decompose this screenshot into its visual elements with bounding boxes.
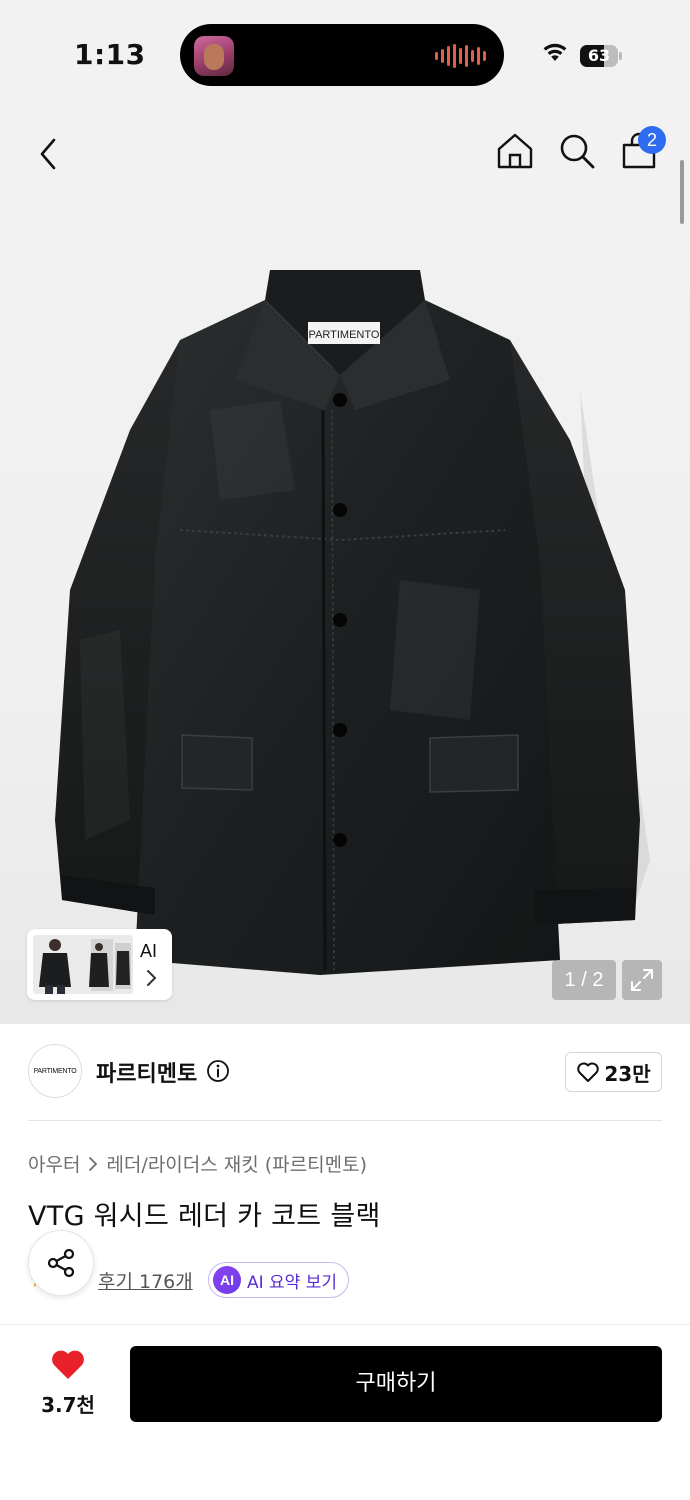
cart-count-badge: 2 [638,126,666,154]
ai-badge: AI [213,1266,241,1294]
audio-waveform-icon [435,44,486,68]
expand-icon [631,969,653,991]
breadcrumb: 아우터 레더/라이더스 재킷 (파르티멘토) [28,1150,367,1177]
home-icon [497,133,533,169]
product-title: VTG 워시드 레더 카 코트 블랙 [28,1201,381,1232]
now-playing-avatar [194,36,234,76]
wishlist-button[interactable]: 3.7천 [28,1347,108,1417]
ai-summary-button[interactable]: AI AI 요약 보기 [208,1262,349,1298]
ai-styling-thumbnail[interactable]: AI [27,929,172,1000]
expand-image-button[interactable] [622,960,662,1000]
ai-thumbnail-label: AI [140,941,158,961]
product-gallery[interactable]: 2 PARTIMENTO AI 1 / 2 [0,110,690,1024]
heart-outline-icon [577,1062,600,1082]
brand-like-count: 23만 [604,1061,651,1086]
styling-thumbnail-image [33,935,133,994]
dynamic-island [180,24,504,86]
buy-button[interactable]: 구매하기 [130,1346,662,1422]
battery-level: 63 [587,46,611,65]
divider [28,1120,662,1121]
wishlist-count: 3.7천 [41,1393,95,1417]
share-button[interactable] [28,1230,94,1296]
garment-label-text: PARTIMENTO [309,329,380,341]
heart-filled-icon [52,1350,84,1379]
home-button[interactable] [492,128,538,174]
search-icon [560,134,595,169]
brand-name[interactable]: 파르티멘토 [96,1056,197,1088]
brand-logo[interactable]: PARTIMENTO [28,1044,82,1098]
back-button[interactable] [26,132,70,176]
share-icon [47,1248,75,1278]
breadcrumb-item-category[interactable]: 아우터 [28,1150,80,1177]
breadcrumb-item-subcategory[interactable]: 레더/라이더스 재킷 (파르티멘토) [106,1150,367,1177]
purchase-bar: 3.7천 구매하기 [0,1324,690,1500]
status-bar: 1:13 63 [0,0,690,110]
info-icon[interactable] [206,1059,230,1083]
chevron-right-icon [147,970,157,986]
ai-summary-label: AI 요약 보기 [247,1272,338,1293]
image-page-counter: 1 / 2 [552,960,616,1000]
chevron-left-icon [40,138,56,170]
brand-row: PARTIMENTO 파르티멘토 23만 [0,1024,690,1120]
chevron-right-icon [89,1156,98,1171]
scroll-indicator [680,160,684,224]
status-time: 1:13 [74,38,146,71]
battery-icon: 63 [580,45,622,67]
wifi-icon [543,43,567,61]
product-image: PARTIMENTO [55,270,650,975]
cart-button[interactable]: 2 [616,126,666,174]
search-button[interactable] [554,128,600,174]
brand-like-button[interactable]: 23만 [565,1052,662,1092]
review-count-link[interactable]: 후기 176개 [98,1267,193,1294]
